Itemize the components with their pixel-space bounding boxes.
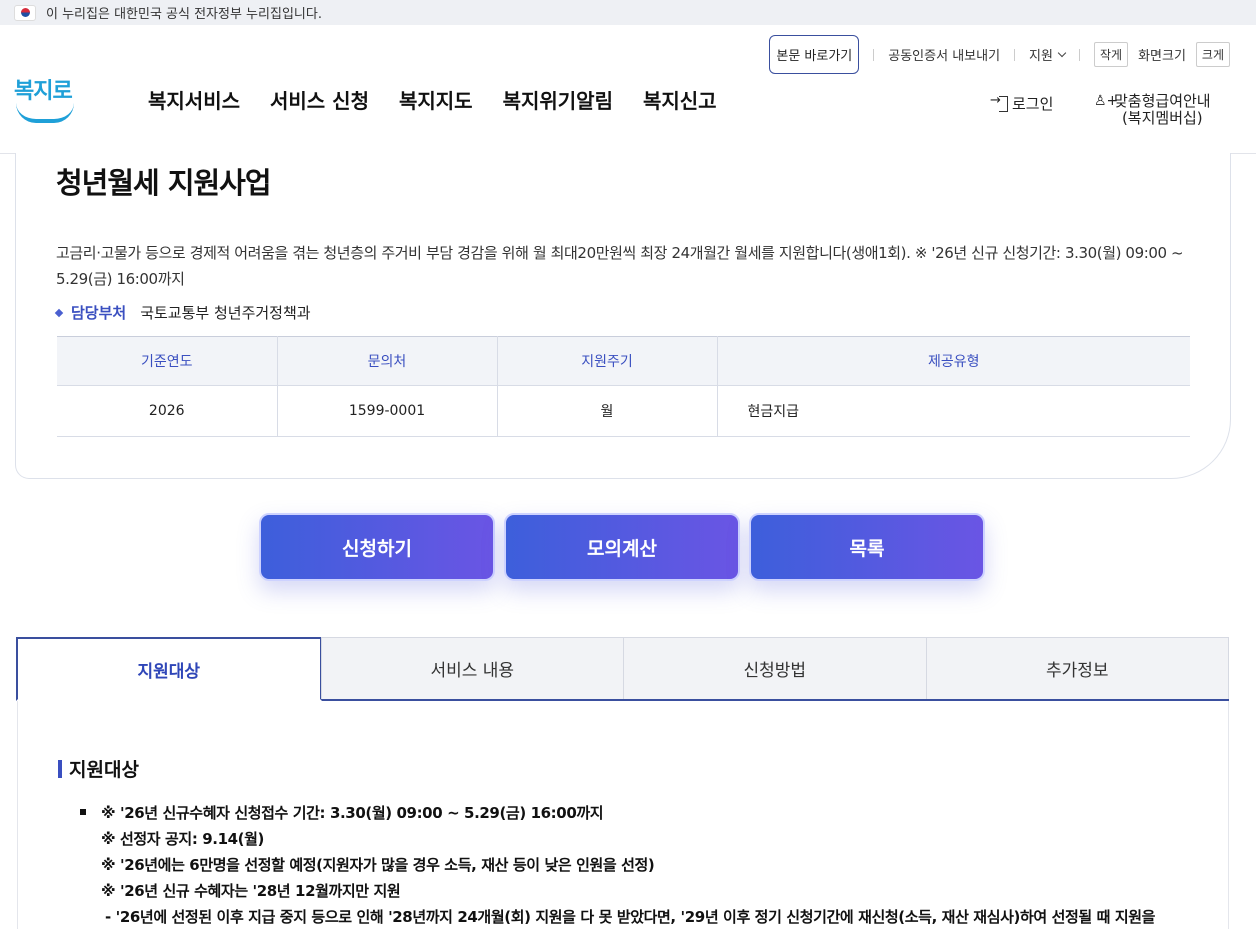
divider bbox=[1014, 48, 1016, 61]
divider bbox=[1078, 48, 1080, 61]
tab-eligibility[interactable]: 지원대상 bbox=[16, 637, 322, 701]
department-label: 담당부처 bbox=[71, 304, 127, 322]
korea-flag-icon bbox=[14, 4, 36, 21]
apply-button[interactable]: 신청하기 bbox=[259, 513, 495, 581]
divider bbox=[873, 48, 875, 61]
membership-label: 맞춤형급여안내 (복지멤버십) bbox=[1114, 93, 1211, 127]
cell-type: 현금지급 bbox=[717, 385, 1190, 437]
user-plus-icon: ♙+ bbox=[1094, 93, 1119, 109]
cert-export-link[interactable]: 공동인증서 내보내기 bbox=[888, 45, 1000, 64]
font-larger-button[interactable]: 크게 bbox=[1195, 42, 1230, 67]
service-info-table: 기준연도 문의처 지원주기 제공유형 2026 1599-0001 월 현금지급 bbox=[57, 336, 1190, 437]
tab-apply-method[interactable]: 신청방법 bbox=[623, 637, 927, 699]
main-nav: 복지서비스 서비스 신청 복지지도 복지위기알림 복지신고 bbox=[148, 85, 717, 114]
membership-line1: 맞춤형급여안내 bbox=[1114, 92, 1211, 110]
header-cycle: 지원주기 bbox=[497, 336, 718, 386]
eligibility-list: ※ '26년 신규수혜자 신청접수 기간: 3.30(월) 09:00 ~ 5.… bbox=[80, 800, 1155, 929]
header-contact: 문의처 bbox=[277, 336, 498, 386]
logo-text: 복지로 bbox=[14, 79, 73, 104]
font-smaller-button[interactable]: 작게 bbox=[1093, 42, 1129, 67]
list-item: ※ '26년 신규수혜자 신청접수 기간: 3.30(월) 09:00 ~ 5.… bbox=[101, 804, 604, 822]
page-title: 청년월세 지원사업 bbox=[56, 166, 272, 200]
mock-calc-button[interactable]: 모의계산 bbox=[504, 513, 740, 581]
square-bullet-icon bbox=[80, 809, 86, 815]
login-button[interactable]: 로그인 bbox=[990, 93, 1053, 114]
title-bar-icon bbox=[58, 759, 62, 778]
membership-button[interactable]: ♙+ 맞춤형급여안내 (복지멤버십) bbox=[1094, 93, 1211, 127]
section-title-text: 지원대상 bbox=[69, 759, 139, 781]
chevron-down-icon bbox=[1057, 48, 1067, 58]
nav-crisis-alert[interactable]: 복지위기알림 bbox=[503, 85, 613, 114]
list-item: ※ '26년 신규 수혜자는 '28년 12월까지만 지원 bbox=[101, 882, 401, 900]
cell-base-year: 2026 bbox=[57, 385, 278, 437]
cell-contact: 1599-0001 bbox=[277, 385, 498, 437]
screen-size-label: 화면크기 bbox=[1138, 49, 1186, 64]
utility-bar: 본문 바로가기 공동인증서 내보내기 지원 작게 화면크기 크게 bbox=[769, 35, 1230, 74]
section-title: 지원대상 bbox=[58, 755, 139, 782]
nav-service-apply[interactable]: 서비스 신청 bbox=[270, 85, 369, 114]
nav-welfare-report[interactable]: 복지신고 bbox=[643, 85, 717, 114]
cell-cycle: 월 bbox=[497, 385, 718, 437]
smile-logo-icon bbox=[16, 103, 74, 123]
support-dropdown[interactable]: 지원 bbox=[1029, 45, 1067, 64]
table-header-row: 기준연도 문의처 지원주기 제공유형 bbox=[57, 336, 1190, 386]
gov-banner: 이 누리집은 대한민국 공식 전자정부 누리집입니다. bbox=[0, 0, 1256, 25]
service-description: 고금리·고물가 등으로 경제적 어려움을 겪는 청년층의 주거비 부담 경감을 … bbox=[56, 244, 1184, 288]
department-value: 국토교통부 청년주거정책과 bbox=[140, 304, 311, 322]
list-item: ※ '26년에는 6만명을 선정할 예정(지원자가 많을 경우 소득, 재산 등… bbox=[101, 856, 655, 874]
bokjiro-logo[interactable]: 복지로 bbox=[14, 73, 76, 127]
header-type: 제공유형 bbox=[717, 336, 1190, 386]
list-item: - '26년에 선정된 이후 지급 중지 등으로 인해 '28년까지 24개월(… bbox=[105, 908, 1156, 926]
login-icon bbox=[990, 93, 1008, 112]
detail-tabs: 지원대상 서비스 내용 신청방법 추가정보 bbox=[16, 637, 1229, 701]
tab-additional-info[interactable]: 추가정보 bbox=[925, 637, 1229, 699]
skip-to-content-button[interactable]: 본문 바로가기 bbox=[769, 35, 860, 74]
membership-line2: (복지멤버십) bbox=[1121, 109, 1203, 127]
diamond-bullet-icon bbox=[54, 308, 64, 317]
login-label: 로그인 bbox=[1012, 95, 1054, 113]
nav-welfare-services[interactable]: 복지서비스 bbox=[148, 85, 240, 114]
gov-banner-text: 이 누리집은 대한민국 공식 전자정부 누리집입니다. bbox=[46, 7, 322, 22]
tab-service-content[interactable]: 서비스 내용 bbox=[320, 637, 624, 699]
header-base-year: 기준연도 bbox=[57, 336, 278, 386]
department-row: 담당부처 국토교통부 청년주거정책과 bbox=[54, 302, 311, 323]
action-buttons: 신청하기 모의계산 목록 bbox=[259, 513, 985, 581]
site-header: 본문 바로가기 공동인증서 내보내기 지원 작게 화면크기 크게 복지로 복지서… bbox=[0, 25, 1256, 154]
table-row: 2026 1599-0001 월 현금지급 bbox=[57, 385, 1190, 437]
nav-welfare-map[interactable]: 복지지도 bbox=[399, 85, 473, 114]
list-item: ※ 선정자 공지: 9.14(월) bbox=[101, 830, 264, 848]
list-button[interactable]: 목록 bbox=[749, 513, 985, 581]
support-label: 지원 bbox=[1029, 49, 1053, 64]
